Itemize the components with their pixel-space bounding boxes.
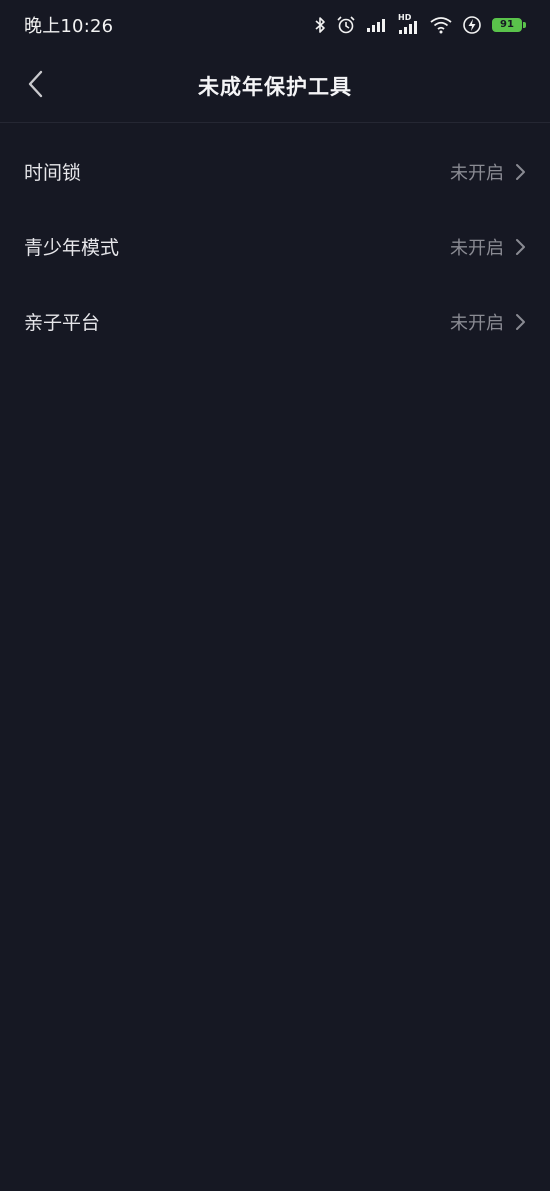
signal-icon [366, 17, 388, 33]
nav-bar: 未成年保护工具 [0, 50, 550, 123]
wifi-icon [430, 16, 452, 34]
settings-list: 时间锁 未开启 青少年模式 未开启 亲子平台 未开启 [0, 134, 550, 359]
chevron-right-icon [514, 238, 526, 256]
screen: 晚上10:26 HD 91 未成年保护工具 时间锁 未开启 青少年模式 未开启 … [0, 0, 550, 1191]
list-item-teen-mode[interactable]: 青少年模式 未开启 [0, 209, 550, 284]
alarm-icon [336, 15, 356, 35]
list-item-status: 未开启 [450, 312, 504, 334]
list-item-time-lock[interactable]: 时间锁 未开启 [0, 134, 550, 209]
list-item-parent-platform[interactable]: 亲子平台 未开启 [0, 284, 550, 359]
chevron-right-icon [514, 163, 526, 181]
list-item-status: 未开启 [450, 237, 504, 259]
status-icons: HD 91 [314, 13, 526, 35]
list-item-status: 未开启 [450, 162, 504, 184]
battery-cap [523, 22, 526, 28]
back-button[interactable] [14, 64, 58, 108]
charging-icon [462, 15, 482, 35]
signal-hd-icon: HD [398, 13, 420, 35]
page-title: 未成年保护工具 [198, 75, 352, 99]
list-item-right: 未开启 [450, 159, 526, 185]
list-item-label: 时间锁 [24, 162, 82, 184]
list-item-right: 未开启 [450, 309, 526, 335]
chevron-left-icon [26, 70, 46, 102]
list-item-label: 青少年模式 [24, 237, 120, 259]
status-time: 晚上10:26 [24, 16, 114, 37]
status-bar: 晚上10:26 HD 91 [0, 0, 550, 50]
battery-icon: 91 [492, 18, 526, 32]
list-item-right: 未开启 [450, 234, 526, 260]
bluetooth-icon [314, 16, 326, 34]
battery-body: 91 [492, 18, 522, 32]
list-item-label: 亲子平台 [24, 312, 101, 334]
battery-level: 91 [500, 19, 514, 30]
chevron-right-icon [514, 313, 526, 331]
